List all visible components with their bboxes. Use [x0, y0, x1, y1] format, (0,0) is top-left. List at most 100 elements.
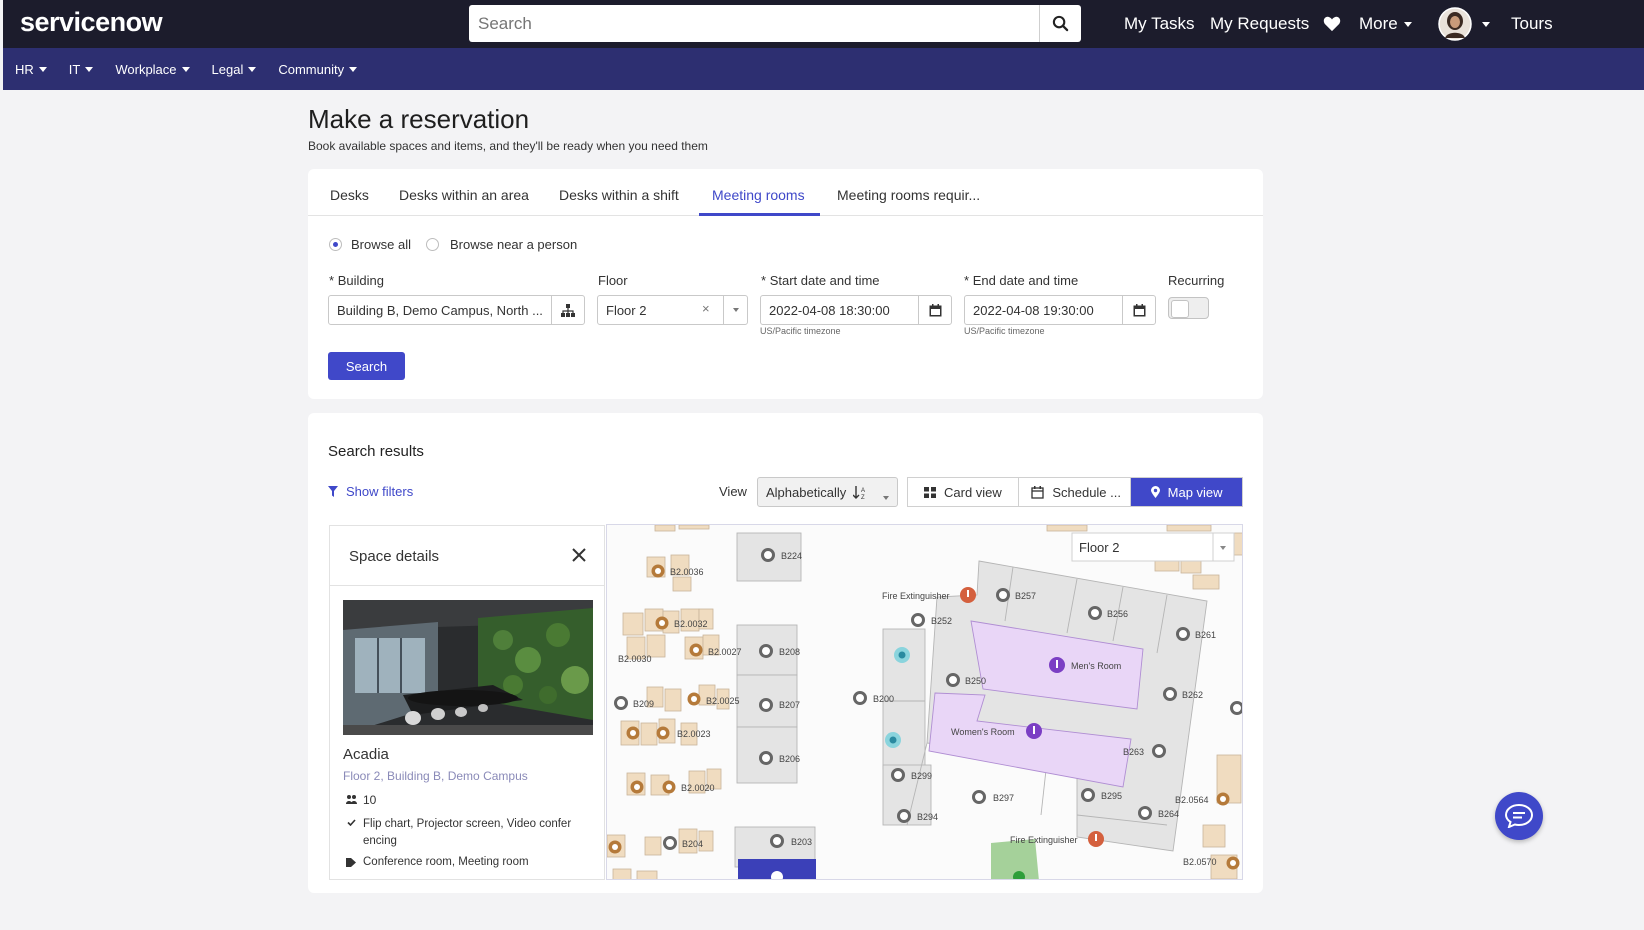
calendar-icon	[929, 303, 941, 316]
map-label-b20564: B2.0564	[1175, 795, 1209, 805]
global-search	[469, 5, 1081, 42]
reservation-tabs: Desks Desks within an area Desks within …	[308, 169, 1263, 216]
filter-icon	[328, 486, 338, 497]
show-filters-link[interactable]: Show filters	[328, 484, 413, 499]
user-avatar	[1438, 7, 1472, 41]
map-label-b20030: B2.0030	[618, 654, 652, 664]
favorites-heart-icon[interactable]	[1323, 0, 1341, 48]
space-details-panel: Space details Acadia Floor 2, Building B…	[329, 525, 605, 880]
top-header: servicenow My Tasks My Requests More Tou…	[3, 0, 1644, 48]
chevron-down-icon	[38, 66, 47, 72]
map-label-b20025: B2.0025	[706, 696, 740, 706]
chat-button[interactable]	[1495, 792, 1543, 840]
subnav-legal[interactable]: Legal	[212, 62, 257, 77]
subnav-hr[interactable]: HR	[15, 62, 47, 77]
tab-meeting-rooms[interactable]: Meeting rooms	[712, 187, 805, 203]
map-label-b20036: B2.0036	[670, 567, 704, 577]
servicenow-logo[interactable]: servicenow	[20, 7, 163, 38]
building-value: Building B, Demo Campus, North ...	[337, 303, 543, 318]
map-label-b20032: B2.0032	[674, 619, 708, 629]
end-datetime-field[interactable]: 2022-04-08 19:30:00	[964, 295, 1156, 325]
map-label-b203: B203	[791, 837, 812, 847]
building-hierarchy-button[interactable]	[551, 296, 584, 324]
map-label-b263: B263	[1123, 747, 1144, 757]
space-name: Acadia	[343, 746, 389, 763]
end-calendar-button[interactable]	[1122, 296, 1155, 324]
map-label-b256: B256	[1107, 609, 1128, 619]
subnav-label: Workplace	[115, 61, 177, 77]
tab-meeting-rooms-requirements[interactable]: Meeting rooms requir...	[837, 187, 980, 203]
user-menu[interactable]	[1438, 0, 1490, 48]
search-button[interactable]: Search	[328, 352, 405, 380]
svg-text:A: A	[861, 488, 865, 494]
page-title: Make a reservation	[308, 104, 530, 134]
map-label-b262: B262	[1182, 690, 1203, 700]
subnav-label: Legal	[211, 61, 244, 77]
close-icon[interactable]	[572, 548, 586, 562]
end-datetime-label: * End date and time	[964, 273, 1078, 288]
floor-label: Floor	[598, 273, 628, 288]
clear-x-icon[interactable]: ×	[702, 301, 710, 316]
floor-plan-svg[interactable]: B224 B2.0036 B2.0032 B2.0030 B2.0027 B20…	[607, 525, 1243, 880]
nav-my-requests[interactable]: My Requests	[1210, 0, 1309, 48]
map-label-b257: B257	[1015, 591, 1036, 601]
nav-more-menu[interactable]: More	[1359, 0, 1412, 48]
tab-desks-within-shift[interactable]: Desks within a shift	[559, 187, 679, 203]
map-label-b208: B208	[779, 647, 800, 657]
map-view-button[interactable]: Map view	[1130, 478, 1242, 506]
category-navbar: HR IT Workplace Legal Community	[3, 48, 1644, 90]
schedule-view-label: Schedule ...	[1052, 484, 1121, 500]
space-equipment: Flip chart, Projector screen, Video conf…	[363, 816, 571, 850]
building-label-text: Building	[337, 273, 384, 288]
map-label-b224: B224	[781, 551, 802, 561]
subnav-community[interactable]: Community	[278, 62, 358, 77]
browse-near-person-radio[interactable]	[426, 238, 439, 251]
browse-all-label: Browse all	[351, 237, 411, 252]
start-datetime-field[interactable]: 2022-04-08 18:30:00	[760, 295, 952, 325]
map-label-b250: B250	[965, 676, 986, 686]
chevron-down-icon	[1403, 21, 1412, 27]
sort-select[interactable]: Alphabetically AZ	[757, 477, 898, 507]
people-icon	[346, 795, 357, 804]
map-label-mens-room: Men's Room	[1071, 661, 1121, 671]
tab-desks-within-area[interactable]: Desks within an area	[399, 187, 529, 203]
floor-field[interactable]: Floor 2 ×	[597, 295, 748, 325]
building-label: * Building	[329, 273, 384, 288]
map-label-b297: B297	[993, 793, 1014, 803]
global-search-input[interactable]	[469, 5, 1039, 42]
nav-my-tasks[interactable]: My Tasks	[1124, 0, 1195, 48]
map-label-b204: B204	[682, 839, 703, 849]
show-filters-label: Show filters	[346, 484, 414, 499]
subnav-workplace[interactable]: Workplace	[115, 61, 190, 77]
browse-near-person-label: Browse near a person	[450, 237, 578, 252]
map-label-b206: B206	[779, 754, 800, 764]
card-view-label: Card view	[944, 484, 1002, 500]
start-datetime-label-text: Start date and time	[769, 273, 880, 288]
search-submit-button[interactable]	[1039, 5, 1081, 42]
view-switcher: Card view Schedule ... Map view	[907, 477, 1243, 507]
hierarchy-icon	[561, 303, 575, 317]
tab-desks[interactable]: Desks	[330, 187, 369, 203]
subnav-it[interactable]: IT	[69, 62, 94, 77]
recurring-toggle[interactable]	[1168, 297, 1209, 319]
chevron-down-icon	[883, 489, 889, 504]
floor-map[interactable]: B224 B2.0036 B2.0032 B2.0030 B2.0027 B20…	[606, 524, 1243, 880]
floor-dropdown-button[interactable]	[723, 296, 747, 324]
chevron-down-icon	[349, 66, 358, 72]
building-field[interactable]: Building B, Demo Campus, North ...	[328, 295, 585, 325]
map-label-b252: B252	[931, 616, 952, 626]
space-equipment-line2: encing	[363, 835, 397, 847]
sort-value-text: Alphabetically	[766, 485, 847, 500]
map-label-b20020: B2.0020	[681, 783, 715, 793]
schedule-view-button[interactable]: Schedule ...	[1019, 478, 1131, 506]
sort-alpha-icon: AZ	[852, 486, 865, 500]
start-calendar-button[interactable]	[918, 296, 951, 324]
card-view-button[interactable]: Card view	[908, 478, 1020, 506]
floor-value: Floor 2	[606, 303, 647, 318]
nav-tours[interactable]: Tours	[1511, 0, 1553, 48]
space-capacity: 10	[363, 793, 377, 807]
map-label-b20027: B2.0027	[708, 647, 742, 657]
chevron-down-icon	[85, 66, 94, 72]
magnifier-icon	[1052, 15, 1069, 32]
browse-all-radio[interactable]	[329, 238, 342, 251]
